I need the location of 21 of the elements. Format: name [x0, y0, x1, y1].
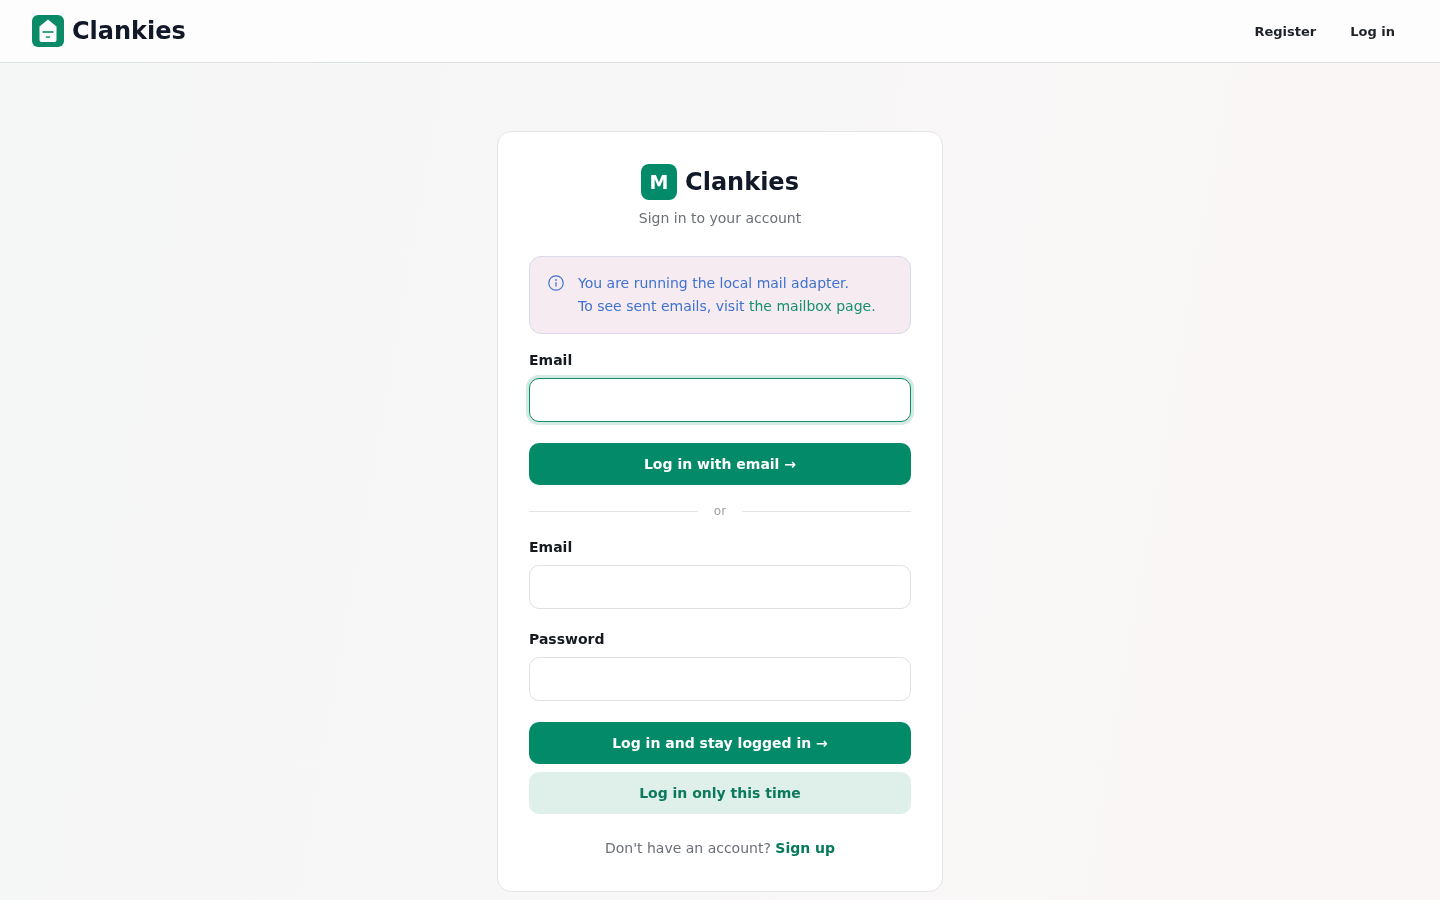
subtitle: Sign in to your account: [637, 209, 803, 228]
notice-text: To see sent emails, visit the mailbox page.: [578, 297, 876, 316]
signup-link[interactable]: Sign up: [775, 840, 836, 856]
field-label: Email: [529, 538, 574, 556]
card-title: Clankies: [685, 168, 799, 196]
nav-link[interactable]: Log in: [1340, 17, 1405, 45]
login-button[interactable]: Log in only this time: [529, 772, 911, 814]
info-icon: [548, 275, 564, 291]
notice-text: You are running the local mail adapter.: [578, 274, 851, 293]
brand-link[interactable]: Clankies: [32, 15, 186, 47]
logo-icon: [32, 15, 64, 47]
login-button[interactable]: Log in and stay logged in →: [529, 722, 911, 764]
logo-mark: M: [641, 164, 678, 200]
input-field[interactable]: [529, 378, 911, 422]
field-label: Email: [529, 351, 574, 369]
field-label: Password: [529, 630, 606, 648]
divider-text: or: [713, 505, 727, 517]
login-button[interactable]: Log in with email →: [529, 443, 911, 485]
signup-prompt: Don't have an account? Sign up: [603, 839, 837, 857]
nav-link[interactable]: Register: [1244, 17, 1327, 45]
mailbox-link[interactable]: the mailbox page.: [749, 298, 876, 314]
